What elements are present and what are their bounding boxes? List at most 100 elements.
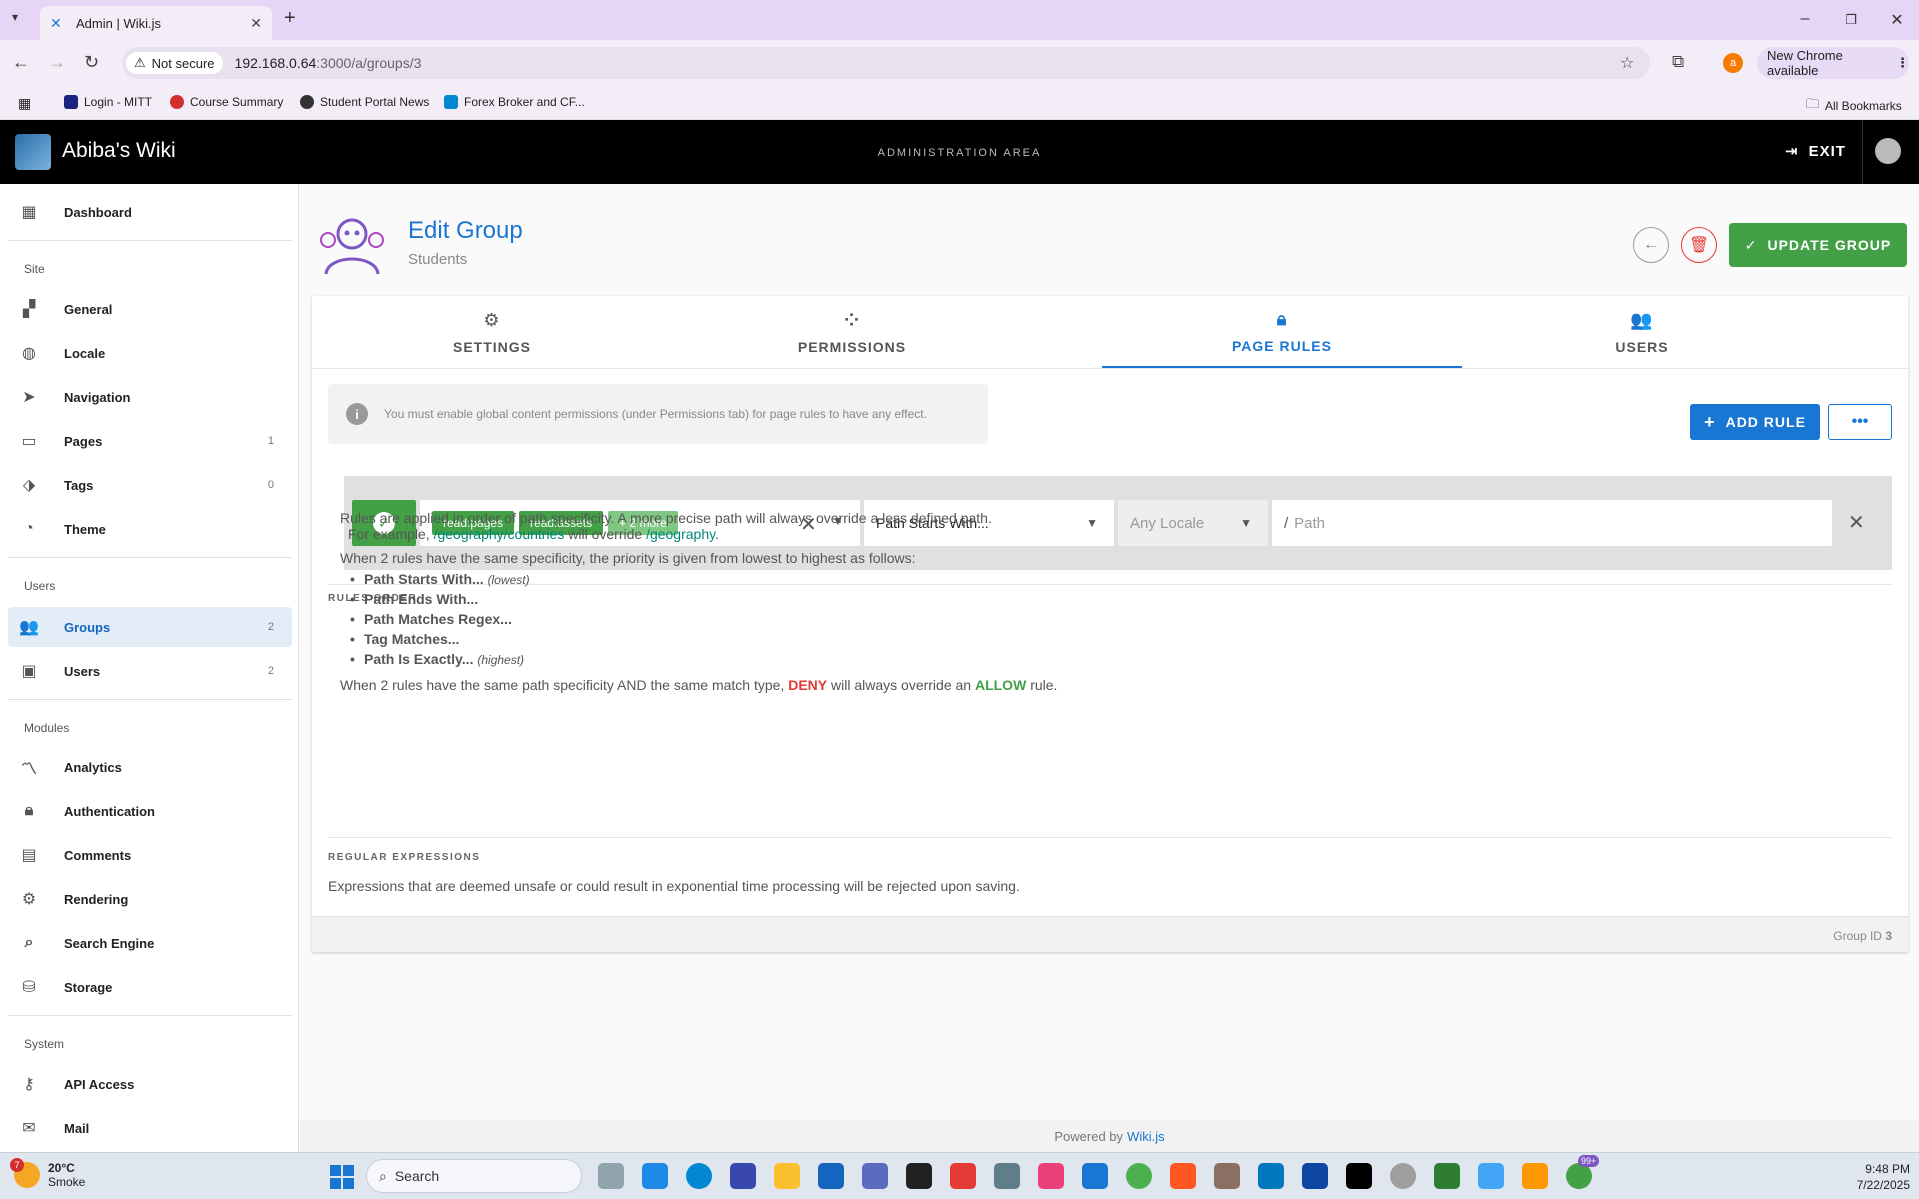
menu-dots-icon[interactable]: ⋮ (1896, 55, 1909, 71)
notification-badge: 99+ (1578, 1155, 1600, 1167)
new-tab-icon[interactable]: + (284, 7, 296, 30)
tab-users[interactable]: 👥 USERS (1462, 296, 1822, 368)
brave-icon[interactable] (1170, 1163, 1196, 1189)
sidebar-item-users[interactable]: ▣ Users 2 (8, 651, 292, 691)
delete-rule-icon[interactable]: ✕ (1848, 510, 1865, 535)
sidebar-section-users: Users (24, 579, 56, 593)
cogs-icon: ⚙ (21, 891, 37, 908)
comment-icon: ▤ (21, 847, 37, 864)
file-explorer-icon[interactable] (774, 1163, 800, 1189)
not-secure-icon: ⚠ (134, 55, 146, 70)
weather-widget[interactable]: 7 20°C Smoke (10, 1158, 85, 1189)
windows-start-icon[interactable] (330, 1165, 354, 1189)
apps-grid-icon[interactable]: ▦ (18, 95, 31, 112)
itunes-icon[interactable] (1038, 1163, 1064, 1189)
bookmark-forex[interactable]: Forex Broker and CF... (444, 95, 585, 109)
sidebar-item-navigation[interactable]: ➤ Navigation (8, 377, 292, 417)
bookmark-star-icon[interactable]: ☆ (1620, 53, 1634, 73)
security-chip[interactable]: ⚠ Not secure (126, 52, 223, 74)
rule-path-input[interactable]: / Path (1272, 500, 1832, 546)
chrome-icon[interactable] (1126, 1163, 1152, 1189)
exit-button[interactable]: ⇥ EXIT (1785, 142, 1846, 161)
app-icon[interactable] (1522, 1163, 1548, 1189)
page-subtitle: Students (408, 251, 468, 268)
teams-icon[interactable] (862, 1163, 888, 1189)
tradingview-icon[interactable] (1346, 1163, 1372, 1189)
redhat-icon (170, 95, 184, 109)
edge-icon[interactable] (686, 1163, 712, 1189)
window-close-icon[interactable]: ✕ (1887, 10, 1907, 30)
word-icon[interactable] (1082, 1163, 1108, 1189)
taskbar-search[interactable]: ⌕ Search (366, 1159, 582, 1193)
sidebar-item-storage[interactable]: ⛁ Storage (8, 967, 292, 1007)
minimize-icon[interactable]: – (1795, 10, 1815, 28)
sidebar-item-tags[interactable]: ⬗ Tags 0 (8, 465, 292, 505)
notepad-icon[interactable] (730, 1163, 756, 1189)
lock-icon: 🔒︎ (24, 802, 34, 819)
system-clock[interactable]: 9:48 PM 7/22/2025 (1830, 1161, 1910, 1193)
browser-tab[interactable]: ✕ Admin | Wiki.js ✕ (40, 6, 272, 40)
sidebar-item-locale[interactable]: ◍ Locale (8, 333, 292, 373)
sidebar-item-comments[interactable]: ▤ Comments (8, 835, 292, 875)
tab-page-rules[interactable]: 🔒︎ PAGE RULES (1102, 296, 1462, 368)
back-icon[interactable]: ← (12, 52, 30, 73)
all-bookmarks[interactable]: 🗀 All Bookmarks (1806, 95, 1902, 117)
clock-app-icon[interactable] (1390, 1163, 1416, 1189)
rule-locale-select[interactable]: Any Locale ▼ (1118, 500, 1268, 546)
youtube-icon[interactable] (950, 1163, 976, 1189)
update-group-button[interactable]: ✓ UPDATE GROUP (1729, 223, 1907, 267)
sidebar-item-pages[interactable]: ▭ Pages 1 (8, 421, 292, 461)
forward-icon[interactable]: → (48, 52, 66, 73)
wikijs-link[interactable]: Wiki.js (1127, 1129, 1165, 1144)
sidebar-item-search-engine[interactable]: ⌕ Search Engine (8, 923, 292, 963)
excel-icon[interactable] (1434, 1163, 1460, 1189)
wiki-header: Abiba's Wiki ADMINISTRATION AREA ⇥ EXIT (0, 120, 1919, 184)
close-tab-icon[interactable]: ✕ (250, 15, 262, 32)
account-icon[interactable] (1875, 138, 1901, 164)
tab-search-icon[interactable]: ▾ (12, 10, 18, 24)
geography-link[interactable]: /geography (646, 526, 715, 542)
app-icon[interactable] (1302, 1163, 1328, 1189)
extensions-icon[interactable]: ⧉ (1672, 52, 1684, 72)
sidebar-item-groups[interactable]: 👥 Groups 2 (8, 607, 292, 647)
store-icon[interactable] (642, 1163, 668, 1189)
sidebar-item-api-access[interactable]: ⚷ API Access (8, 1064, 292, 1104)
tab-permissions[interactable]: ⁘ PERMISSIONS (672, 296, 1032, 368)
sidebar-item-theme[interactable]: ◔ Theme (8, 509, 292, 549)
bookmark-student-portal[interactable]: Student Portal News (300, 95, 429, 109)
sidebar-item-mail[interactable]: ✉ Mail (8, 1108, 292, 1148)
outlook-icon[interactable] (818, 1163, 844, 1189)
tab-settings[interactable]: ⚙ SETTINGS (312, 296, 672, 368)
address-bar[interactable]: ⚠ Not secure 192.168.0.64:3000/a/groups/3… (122, 47, 1650, 79)
reload-icon[interactable]: ↻ (84, 52, 99, 73)
weather-badge: 7 (10, 1158, 24, 1172)
sidebar-item-rendering[interactable]: ⚙ Rendering (8, 879, 292, 919)
profile-avatar[interactable]: a (1723, 53, 1743, 73)
more-options-button[interactable]: ••• (1828, 404, 1892, 440)
bookmark-course-summary[interactable]: Course Summary (170, 95, 283, 109)
sidebar-item-authentication[interactable]: 🔒︎ Authentication (8, 791, 292, 831)
task-view-icon[interactable] (598, 1163, 624, 1189)
bookmark-login-mitt[interactable]: Login - MITT (64, 95, 152, 109)
app-icon[interactable] (1214, 1163, 1240, 1189)
app-icon[interactable] (1478, 1163, 1504, 1189)
back-button[interactable]: ← (1633, 227, 1669, 263)
sidebar-item-general[interactable]: ▞ General (8, 289, 292, 329)
url-text: 192.168.0.64:3000/a/groups/3 (234, 55, 422, 71)
section-divider (328, 837, 1892, 838)
regex-heading: REGULAR EXPRESSIONS (328, 852, 481, 863)
restore-icon[interactable]: ❐ (1841, 12, 1861, 28)
calculator-icon[interactable] (994, 1163, 1020, 1189)
allow-label: ALLOW (974, 677, 1027, 693)
sidebar-item-analytics[interactable]: 〽 Analytics (8, 747, 292, 787)
whatsapp-icon[interactable]: 99+ (1566, 1155, 1600, 1189)
new-chrome-button[interactable]: New Chrome available ⋮ (1757, 47, 1909, 79)
sidebar-item-dashboard[interactable]: ▦ Dashboard (8, 192, 292, 232)
deny-label: DENY (788, 677, 828, 693)
delete-group-button[interactable]: 🗑︎ (1681, 227, 1717, 263)
geography-countries-link[interactable]: /geography/countries (434, 526, 565, 542)
add-rule-button[interactable]: + ADD RULE (1690, 404, 1820, 440)
vscode-icon[interactable] (1258, 1163, 1284, 1189)
dashboard-icon: ▦ (21, 204, 37, 221)
terminal-icon[interactable] (906, 1163, 932, 1189)
